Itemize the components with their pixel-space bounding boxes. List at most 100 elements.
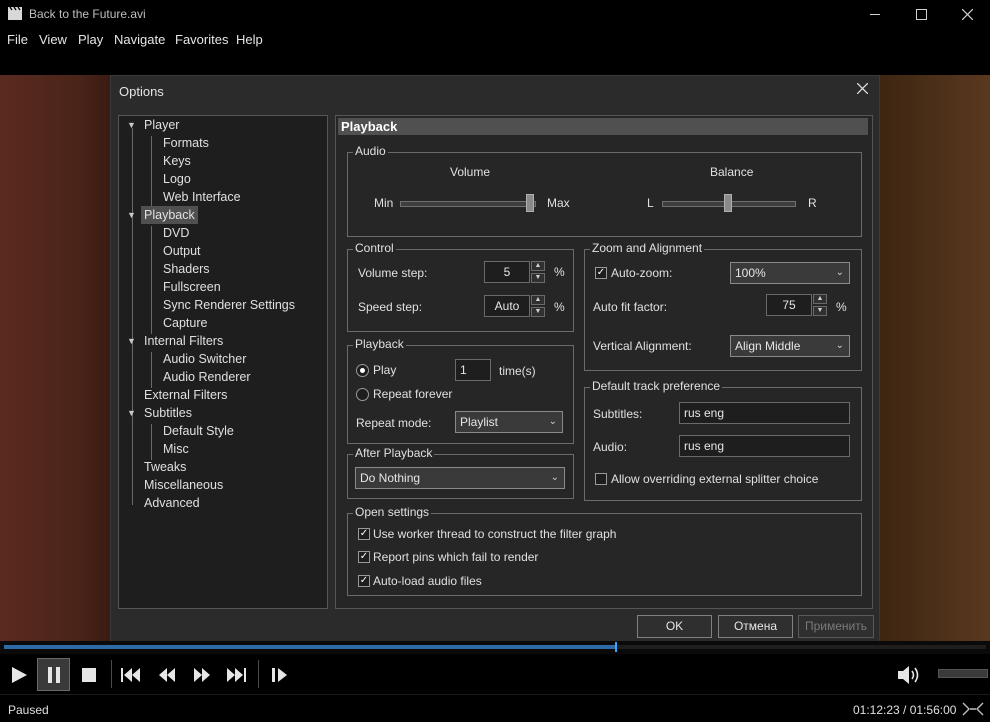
maximize-button[interactable] — [898, 0, 944, 29]
tree-item-fullscreen[interactable]: Fullscreen — [163, 278, 221, 296]
app-icon — [8, 7, 22, 20]
tree-item-output[interactable]: Output — [163, 242, 201, 260]
balance-slider-thumb[interactable] — [724, 194, 732, 212]
close-window-button[interactable] — [944, 0, 990, 29]
playback-controls — [0, 654, 990, 694]
seek-position-marker[interactable] — [614, 642, 617, 652]
spin-up-icon[interactable]: ▲ — [531, 295, 545, 305]
spin-up-icon[interactable]: ▲ — [813, 294, 827, 304]
volume-slider[interactable] — [938, 669, 988, 678]
repeat-mode-select[interactable]: Playlist ⌄ — [455, 411, 563, 433]
tree-item-miscellaneous[interactable]: Miscellaneous — [144, 476, 223, 494]
tree-guide-line — [151, 352, 152, 388]
autozoom-checkbox[interactable]: ✓ — [595, 267, 607, 279]
previous-button[interactable] — [114, 658, 147, 691]
tree-item-capture[interactable]: Capture — [163, 314, 207, 332]
seek-bar[interactable] — [0, 641, 990, 654]
tree-item-internal-filters[interactable]: Internal Filters — [144, 332, 223, 350]
tree-item-subtitles[interactable]: Subtitles — [144, 404, 192, 422]
ok-button[interactable]: OK — [637, 615, 712, 638]
volume-slider-track[interactable] — [400, 201, 536, 207]
spin-down-icon[interactable]: ▼ — [531, 273, 545, 283]
group-title-after-playback: After Playback — [353, 446, 435, 460]
chevron-down-icon[interactable]: ▼ — [127, 408, 136, 418]
tree-item-external-filters[interactable]: External Filters — [144, 386, 227, 404]
minimize-button[interactable] — [852, 0, 898, 29]
play-icon — [11, 666, 27, 683]
autozoom-select[interactable]: 100% ⌄ — [730, 262, 850, 284]
play-button[interactable] — [2, 658, 35, 691]
options-dialog: Options ▼ ▼ ▼ ▼ Player Formats Keys Logo… — [110, 75, 880, 643]
video-letterbox — [0, 50, 990, 75]
autoload-audio-checkbox[interactable]: ✓ — [358, 575, 370, 587]
after-playback-select[interactable]: Do Nothing ⌄ — [355, 467, 565, 489]
menu-navigate[interactable]: Navigate — [114, 32, 165, 47]
tree-item-tweaks[interactable]: Tweaks — [144, 458, 186, 476]
volume-step-unit: % — [554, 265, 565, 279]
menu-file[interactable]: File — [7, 32, 28, 47]
play-radio[interactable] — [356, 364, 369, 377]
tree-item-default-style[interactable]: Default Style — [163, 422, 234, 440]
chevron-down-icon[interactable]: ▼ — [127, 210, 136, 220]
tree-item-web-interface[interactable]: Web Interface — [163, 188, 241, 206]
tree-item-player[interactable]: Player — [144, 116, 179, 134]
spin-down-icon[interactable]: ▼ — [531, 307, 545, 317]
report-pins-checkbox[interactable]: ✓ — [358, 551, 370, 563]
volume-slider-thumb[interactable] — [526, 194, 534, 212]
override-splitter-checkbox[interactable] — [595, 473, 607, 485]
subtitles-pref-input[interactable]: rus eng — [679, 402, 850, 424]
spin-up-icon[interactable]: ▲ — [531, 261, 545, 271]
menu-help[interactable]: Help — [236, 32, 263, 47]
tree-item-logo[interactable]: Logo — [163, 170, 191, 188]
toolbar-separator — [111, 660, 112, 688]
tree-item-audio-renderer[interactable]: Audio Renderer — [163, 368, 251, 386]
checkmark-icon: ✓ — [359, 551, 369, 562]
menu-favorites[interactable]: Favorites — [175, 32, 228, 47]
speed-step-input[interactable]: Auto — [484, 295, 530, 317]
group-title-audio: Audio — [353, 144, 388, 158]
volume-max-label: Max — [547, 196, 570, 210]
repeat-forever-radio[interactable] — [356, 388, 369, 401]
apply-button[interactable]: Применить — [798, 615, 874, 638]
chevron-down-icon: ⌄ — [835, 340, 844, 351]
tree-item-shaders[interactable]: Shaders — [163, 260, 210, 278]
tree-item-audio-switcher[interactable]: Audio Switcher — [163, 350, 246, 368]
tree-item-misc[interactable]: Misc — [163, 440, 189, 458]
dialog-close-button[interactable] — [856, 82, 869, 97]
volume-step-input[interactable]: 5 — [484, 261, 530, 283]
times-label: time(s) — [499, 364, 536, 378]
fast-forward-button[interactable] — [185, 658, 218, 691]
cancel-button[interactable]: Отмена — [718, 615, 793, 638]
menu-play[interactable]: Play — [78, 32, 103, 47]
autozoom-value: 100% — [735, 266, 766, 280]
group-title-zoom: Zoom and Alignment — [590, 241, 705, 255]
frame-step-button[interactable] — [263, 658, 296, 691]
stop-button[interactable] — [72, 658, 105, 691]
tree-item-sync-renderer-settings[interactable]: Sync Renderer Settings — [163, 296, 295, 314]
pause-button[interactable] — [37, 658, 70, 691]
tree-item-playback[interactable]: Playback — [141, 206, 198, 224]
worker-thread-checkbox[interactable]: ✓ — [358, 528, 370, 540]
next-button[interactable] — [219, 658, 252, 691]
autofit-spinner[interactable]: ▲ ▼ — [813, 294, 827, 316]
rewind-button[interactable] — [150, 658, 183, 691]
tree-item-dvd[interactable]: DVD — [163, 224, 189, 242]
balance-right-label: R — [808, 196, 817, 210]
autofit-input[interactable]: 75 — [766, 294, 812, 316]
chevron-down-icon[interactable]: ▼ — [127, 120, 136, 130]
tree-item-advanced[interactable]: Advanced — [144, 494, 200, 512]
mute-button[interactable] — [893, 658, 926, 691]
volume-step-spinner[interactable]: ▲ ▼ — [531, 261, 545, 283]
audio-pref-input[interactable]: rus eng — [679, 435, 850, 457]
subtitles-pref-label: Subtitles: — [593, 407, 643, 421]
menu-view[interactable]: View — [39, 32, 67, 47]
speed-step-unit: % — [554, 300, 565, 314]
chevron-down-icon[interactable]: ▼ — [127, 336, 136, 346]
tree-item-keys[interactable]: Keys — [163, 152, 191, 170]
resize-grip-icon[interactable] — [962, 702, 984, 716]
tree-item-formats[interactable]: Formats — [163, 134, 209, 152]
play-count-input[interactable]: 1 — [455, 359, 491, 381]
valign-select[interactable]: Align Middle ⌄ — [730, 335, 850, 357]
speed-step-spinner[interactable]: ▲ ▼ — [531, 295, 545, 317]
spin-down-icon[interactable]: ▼ — [813, 306, 827, 316]
